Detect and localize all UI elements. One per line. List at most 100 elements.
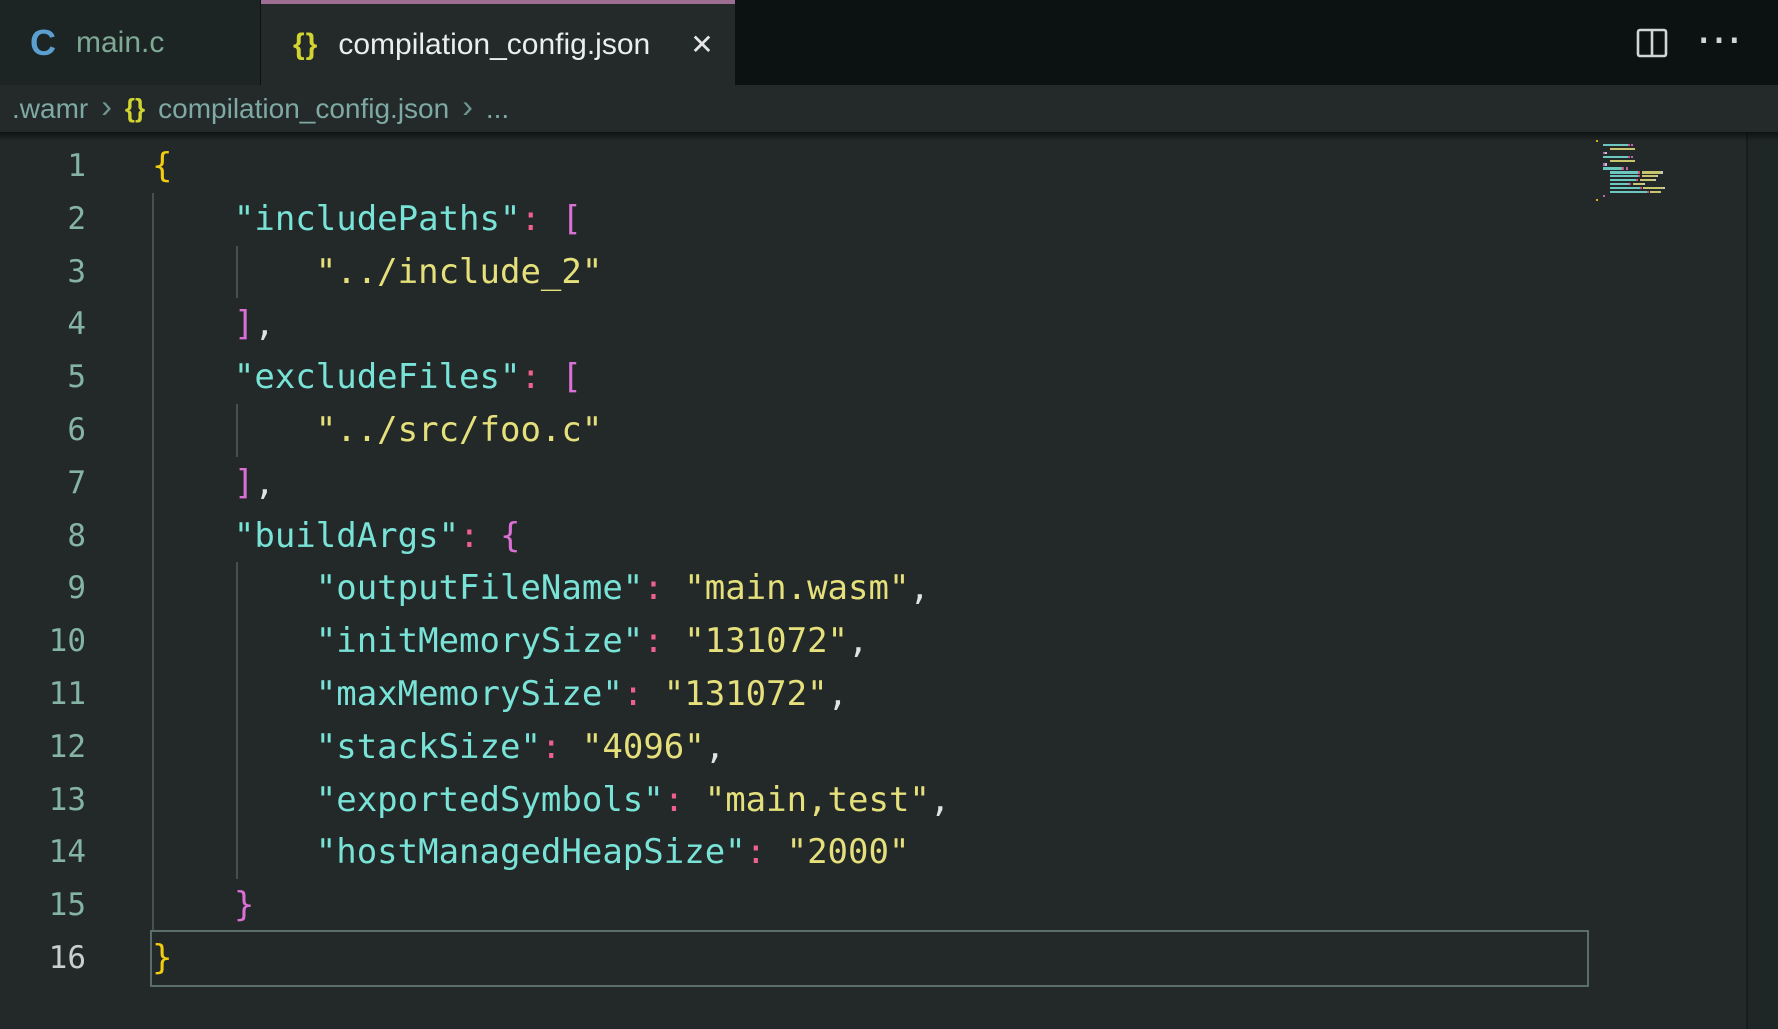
minimap-line [1610,187,1640,189]
code-content[interactable]: 1{2 "includePaths": [3 "../include_2"4 ]… [0,140,950,985]
code-line[interactable]: 14 "hostManagedHeapSize": "2000" [0,826,950,879]
line-number[interactable]: 1 [0,140,86,193]
code-text: ], [152,457,275,510]
line-number[interactable]: 4 [0,298,86,351]
code-token [541,357,561,397]
code-token: } [152,938,172,978]
line-number[interactable]: 3 [0,246,86,299]
code-token [480,516,500,556]
minimap-line [1610,148,1635,150]
json-braces-icon: {} [293,30,318,60]
code-text: "excludeFiles": [ [152,351,582,404]
close-tab-icon[interactable]: ✕ [690,31,713,59]
line-number[interactable]: 2 [0,193,86,246]
code-token: , [254,304,274,344]
tab-label-compilation-config-json: compilation_config.json [338,28,650,62]
minimap-line [1603,156,1628,158]
code-token: "2000" [787,832,910,872]
line-number[interactable]: 9 [0,562,86,615]
code-line[interactable]: 10 "initMemorySize": "131072", [0,615,950,668]
code-line[interactable]: 15 } [0,879,950,932]
code-line[interactable]: 12 "stackSize": "4096", [0,721,950,774]
vertical-scrollbar-area[interactable] [1748,132,1778,1029]
split-editor-icon[interactable] [1636,28,1668,58]
code-line[interactable]: 16} [0,932,950,985]
indent-guide [152,193,154,932]
code-text: "../src/foo.c" [152,404,602,457]
indent-guide [236,562,238,879]
code-token: , [705,727,725,767]
code-token: [ [561,199,581,239]
line-number[interactable]: 12 [0,721,86,774]
code-token [152,832,316,872]
code-token [152,568,316,608]
line-number[interactable]: 5 [0,351,86,404]
line-number[interactable]: 15 [0,879,86,932]
minimap-line [1640,187,1642,189]
code-token [152,463,234,503]
minimap-line [1603,144,1628,146]
line-number[interactable]: 16 [0,932,86,985]
tab-compilation-config-json[interactable]: {} compilation_config.json ✕ [261,0,735,85]
code-token [664,621,684,661]
code-text: "exportedSymbols": "main,test", [152,774,950,827]
line-number[interactable]: 11 [0,668,86,721]
code-token: ] [234,463,254,503]
minimap-line [1631,156,1633,158]
code-token [152,727,316,767]
minimap-line [1596,199,1598,201]
breadcrumb-folder[interactable]: .wamr [12,93,88,125]
code-token: } [234,885,254,925]
more-actions-icon[interactable]: ⋯ [1696,16,1744,62]
line-number[interactable]: 14 [0,826,86,879]
code-text: "outputFileName": "main.wasm", [152,562,930,615]
code-line[interactable]: 1{ [0,140,950,193]
code-token [561,727,581,767]
minimap-line [1647,191,1649,193]
code-line[interactable]: 13 "exportedSymbols": "main,test", [0,774,950,827]
c-file-icon: C [30,25,56,61]
code-editor[interactable]: 1{2 "includePaths": [3 "../include_2"4 ]… [0,132,1778,1029]
code-token: { [500,516,520,556]
minimap[interactable] [1589,132,1746,1029]
breadcrumb-file[interactable]: compilation_config.json [158,93,449,125]
minimap-line [1605,152,1607,154]
code-token: "../src/foo.c" [316,410,603,450]
code-text: } [152,932,172,985]
code-token: "excludeFiles" [234,357,521,397]
minimap-line [1631,144,1633,146]
code-token: : [520,357,540,397]
code-token: , [254,463,274,503]
indent-guide [236,246,238,299]
line-number[interactable]: 7 [0,457,86,510]
minimap-line [1656,175,1658,177]
code-line[interactable]: 9 "outputFileName": "main.wasm", [0,562,950,615]
code-line[interactable]: 4 ], [0,298,950,351]
line-number[interactable]: 10 [0,615,86,668]
code-line[interactable]: 2 "includePaths": [ [0,193,950,246]
minimap-line [1629,183,1631,185]
code-text: "../include_2" [152,246,602,299]
line-number[interactable]: 8 [0,510,86,563]
code-line[interactable]: 6 "../src/foo.c" [0,404,950,457]
code-token: "stackSize" [316,727,541,767]
minimap-line [1642,175,1656,177]
minimap-line [1610,183,1629,185]
line-number[interactable]: 6 [0,404,86,457]
code-token [152,252,316,292]
minimap-line [1610,160,1635,162]
code-line[interactable]: 5 "excludeFiles": [ [0,351,950,404]
line-number[interactable]: 13 [0,774,86,827]
code-token [152,357,234,397]
code-line[interactable]: 8 "buildArgs": { [0,510,950,563]
chevron-right-icon: › [462,88,473,125]
breadcrumb-symbol-tail[interactable]: ... [486,93,509,125]
code-token: , [828,674,848,714]
code-token: [ [561,357,581,397]
code-token: "main,test" [705,780,930,820]
code-line[interactable]: 11 "maxMemorySize": "131072", [0,668,950,721]
tab-main-c[interactable]: C main.c [0,0,261,85]
code-line[interactable]: 3 "../include_2" [0,246,950,299]
code-line[interactable]: 7 ], [0,457,950,510]
code-token: "maxMemorySize" [316,674,623,714]
